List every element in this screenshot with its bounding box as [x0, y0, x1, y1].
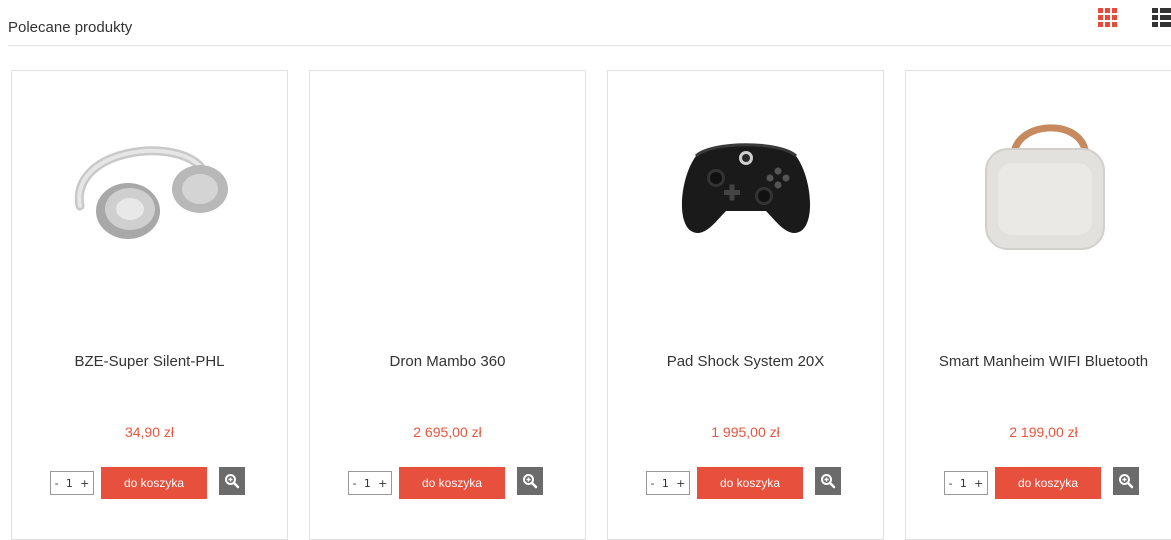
add-to-cart-button[interactable]: do koszyka — [399, 467, 505, 499]
quantity-stepper[interactable]: - 1 + — [646, 471, 690, 495]
product-price: 34,90 zł — [124, 424, 175, 440]
qty-value[interactable]: 1 — [662, 477, 669, 490]
zoom-button[interactable] — [517, 467, 543, 495]
add-to-cart-button[interactable]: do koszyka — [101, 467, 207, 499]
zoom-icon — [523, 474, 538, 489]
product-price: 2 695,00 zł — [413, 424, 482, 440]
qty-value[interactable]: 1 — [66, 477, 73, 490]
zoom-icon — [821, 474, 836, 489]
qty-value[interactable]: 1 — [960, 477, 967, 490]
qty-minus-button[interactable]: - — [949, 477, 953, 490]
qty-minus-button[interactable]: - — [651, 477, 655, 490]
zoom-icon — [1119, 474, 1134, 489]
product-name[interactable]: Dron Mambo 360 — [320, 354, 575, 369]
product-card[interactable]: Dron Mambo 360 2 695,00 zł - 1 + do kosz… — [309, 70, 586, 540]
quantity-stepper[interactable]: - 1 + — [348, 471, 392, 495]
qty-minus-button[interactable]: - — [353, 477, 357, 490]
speaker-image — [985, 123, 1105, 250]
gamepad-image — [681, 142, 811, 233]
section-header: Polecane produkty — [8, 0, 1171, 46]
product-image[interactable] — [338, 93, 558, 278]
product-name[interactable]: Pad Shock System 20X — [618, 354, 873, 369]
section-title: Polecane produkty — [8, 19, 133, 36]
product-price: 1 995,00 zł — [711, 424, 780, 440]
product-price: 2 199,00 zł — [1009, 424, 1078, 440]
product-name[interactable]: BZE-Super Silent-PHL — [22, 354, 277, 369]
zoom-button[interactable] — [219, 467, 245, 495]
zoom-icon — [225, 474, 240, 489]
add-to-cart-button[interactable]: do koszyka — [995, 467, 1101, 499]
qty-value[interactable]: 1 — [364, 477, 371, 490]
product-image[interactable] — [934, 93, 1154, 278]
product-name[interactable]: Smart Manheim WIFI Bluetooth — [916, 354, 1171, 369]
product-card[interactable]: Smart Manheim WIFI Bluetooth 2 199,00 zł… — [905, 70, 1171, 540]
product-card[interactable]: BZE-Super Silent-PHL 34,90 zł - 1 + do k… — [11, 70, 288, 540]
qty-plus-button[interactable]: + — [378, 477, 387, 490]
qty-plus-button[interactable]: + — [80, 477, 89, 490]
quantity-stepper[interactable]: - 1 + — [50, 471, 94, 495]
headphones-image — [74, 145, 228, 239]
qty-plus-button[interactable]: + — [676, 477, 685, 490]
quantity-stepper[interactable]: - 1 + — [944, 471, 988, 495]
list-view-icon[interactable] — [1152, 8, 1171, 27]
grid-view-icon[interactable] — [1098, 8, 1117, 27]
product-image[interactable] — [636, 93, 856, 278]
add-to-cart-button[interactable]: do koszyka — [697, 467, 803, 499]
qty-minus-button[interactable]: - — [55, 477, 59, 490]
product-card[interactable]: Pad Shock System 20X 1 995,00 zł - 1 + d… — [607, 70, 884, 540]
product-image[interactable] — [40, 93, 260, 278]
zoom-button[interactable] — [1113, 467, 1139, 495]
qty-plus-button[interactable]: + — [974, 477, 983, 490]
zoom-button[interactable] — [815, 467, 841, 495]
